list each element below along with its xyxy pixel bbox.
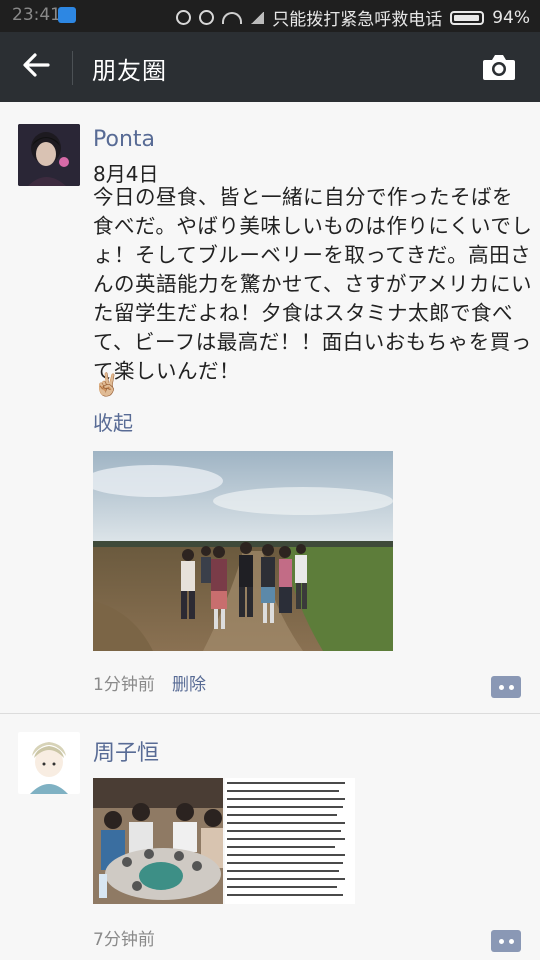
post-time: 7分钟前 bbox=[93, 930, 155, 950]
post-text: 今日の昼食、皆と一緒に自分で作ったそばを食べだ。やばり美味しいものは作りにくいで… bbox=[93, 185, 533, 383]
delete-link[interactable]: 删除 bbox=[172, 670, 206, 695]
status-time: 23:41 bbox=[12, 5, 61, 25]
avatar[interactable] bbox=[18, 124, 80, 186]
collapse-link[interactable]: 收起 bbox=[93, 407, 133, 436]
battery-icon bbox=[450, 10, 485, 25]
title-bar: 朋友圈 bbox=[0, 32, 540, 102]
page-title: 朋友圈 bbox=[92, 57, 167, 85]
alarm-icon bbox=[199, 10, 215, 25]
avatar[interactable] bbox=[18, 732, 80, 794]
dot-icon bbox=[508, 938, 514, 944]
post-photos[interactable] bbox=[93, 778, 355, 904]
back-arrow-icon[interactable] bbox=[18, 47, 54, 83]
battery-level: 94% bbox=[492, 7, 530, 28]
dot-icon bbox=[508, 684, 514, 690]
camera-icon[interactable] bbox=[482, 52, 516, 82]
signal-icon bbox=[250, 11, 265, 24]
dot-icon bbox=[498, 684, 504, 690]
dot-icon bbox=[498, 938, 504, 944]
post-username[interactable]: 周子恒 bbox=[93, 735, 159, 767]
header-divider bbox=[72, 51, 73, 85]
status-bar: 23:41 只能拨打紧急呼救电话 94% bbox=[0, 0, 540, 32]
post-username[interactable]: Ponta bbox=[93, 127, 155, 152]
peace-hand-emoji: ✌🏼 bbox=[93, 373, 121, 398]
comment-button[interactable] bbox=[491, 930, 521, 952]
wifi-icon bbox=[222, 11, 243, 24]
cloud-icon bbox=[58, 7, 76, 23]
post-photo[interactable] bbox=[93, 451, 393, 651]
status-right: 只能拨打紧急呼救电话 94% bbox=[176, 5, 530, 30]
carrier-text: 只能拨打紧急呼救电话 bbox=[272, 10, 443, 30]
silent-icon bbox=[176, 10, 192, 25]
comment-button[interactable] bbox=[491, 676, 521, 698]
post-time: 1分钟前 bbox=[93, 675, 155, 695]
